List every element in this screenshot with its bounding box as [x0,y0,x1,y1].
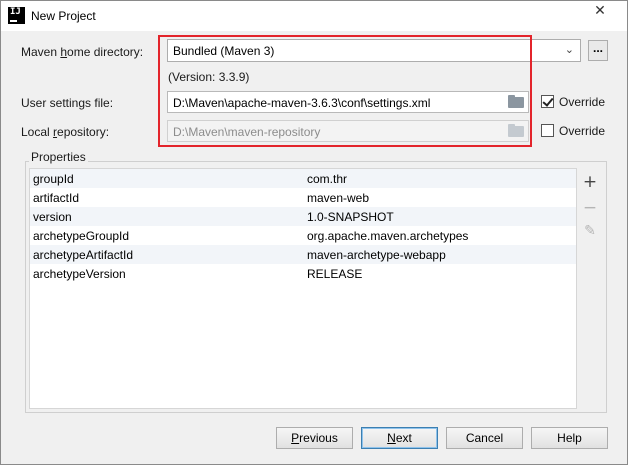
maven-home-label: Maven home directory: [21,45,144,59]
property-value: RELEASE [307,267,363,281]
settings-override-label: Override [559,95,606,109]
chevron-down-icon[interactable]: ⌄ [565,43,574,56]
close-icon[interactable]: ✕ [577,1,623,22]
property-key: archetypeVersion [33,267,126,281]
local-repository-label: Local repository: [21,125,110,139]
intellij-icon: IJ [8,7,25,24]
highlight-box [158,35,532,147]
property-value: com.thr [307,172,348,186]
title-bar: IJ New Project ✕ [1,1,627,31]
browse-maven-home-button[interactable]: ... [588,40,608,61]
table-row[interactable]: groupId com.thr [30,169,576,188]
property-key: artifactId [33,191,80,205]
table-row[interactable]: artifactId maven-web [30,188,576,207]
properties-table[interactable]: groupId com.thr artifactId maven-web version… [29,168,577,409]
user-settings-label: User settings file: [21,96,114,110]
previous-button[interactable]: Previous [276,427,353,449]
table-row[interactable]: version 1.0-SNAPSHOT [30,207,576,226]
property-value: maven-archetype-webapp [307,248,446,262]
pencil-icon[interactable]: ✎ [582,223,598,239]
new-project-dialog: IJ New Project ✕ Maven home directory: B… [0,0,628,465]
minus-icon[interactable]: − [582,198,598,218]
table-row[interactable]: archetypeArtifactId maven-archetype-webap… [30,245,576,264]
property-value: org.apache.maven.archetypes [307,229,469,243]
property-value: 1.0-SNAPSHOT [307,210,394,224]
table-row[interactable]: archetypeVersion RELEASE [30,264,576,283]
property-key: version [33,210,72,224]
property-key: archetypeGroupId [33,229,130,243]
cancel-button[interactable]: Cancel [446,427,523,449]
help-button[interactable]: Help [531,427,608,449]
property-value: maven-web [307,191,370,205]
repo-override-label: Override [559,124,606,138]
next-button[interactable]: Next [361,427,438,449]
plus-icon[interactable]: + [582,172,598,192]
properties-title: Properties [29,150,88,164]
window-title: New Project [31,9,96,23]
property-key: archetypeArtifactId [33,248,134,262]
property-key: groupId [33,172,74,186]
repo-override-checkbox[interactable] [541,124,554,137]
settings-override-checkbox[interactable] [541,95,554,108]
table-row[interactable]: archetypeGroupId org.apache.maven.archety… [30,226,576,245]
